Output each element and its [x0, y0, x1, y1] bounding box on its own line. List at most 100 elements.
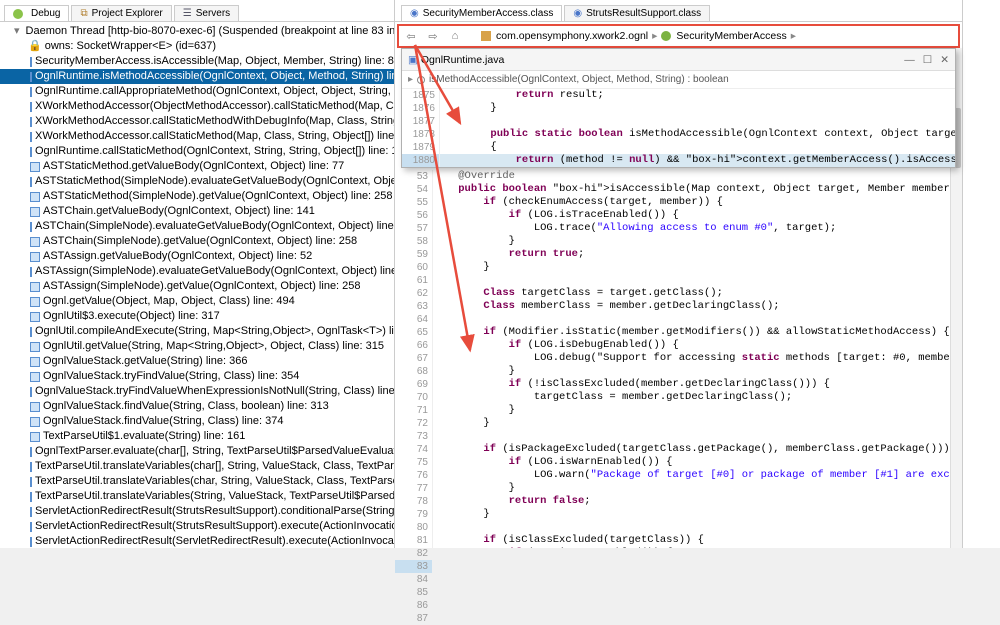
- stack-frame[interactable]: ASTAssign.getValueBody(OgnlContext, Obje…: [0, 249, 394, 264]
- code-line[interactable]: if (!isClassExcluded(member.getDeclaring…: [433, 378, 962, 391]
- stack-frame[interactable]: ASTStaticMethod(SimpleNode).evaluateGetV…: [0, 174, 394, 189]
- code-line[interactable]: LOG.debug("Support for accessing static …: [433, 352, 962, 365]
- stack-frame[interactable]: OgnlUtil.getValue(String, Map<String,Obj…: [0, 339, 394, 354]
- code-line[interactable]: return true;: [433, 248, 962, 261]
- stack-frame[interactable]: OgnlValueStack.getValue(String) line: 36…: [0, 354, 394, 369]
- stack-frame[interactable]: ASTChain(SimpleNode).getValue(OgnlContex…: [0, 234, 394, 249]
- code-line[interactable]: targetClass = member.getDeclaringClass()…: [433, 391, 962, 404]
- code-line[interactable]: public boolean "box-hi">isAccessible(Map…: [433, 183, 962, 196]
- frame-text: TextParseUtil.translateVariables(char[],…: [35, 459, 394, 474]
- stack-frame[interactable]: OgnlUtil.compileAndExecute(String, Map<S…: [0, 324, 394, 339]
- stack-frame[interactable]: ASTAssign(SimpleNode).getValue(OgnlConte…: [0, 279, 394, 294]
- stack-tree[interactable]: ▾ Daemon Thread [http-bio-8070-exec-6] (…: [0, 22, 394, 548]
- stack-frame[interactable]: TextParseUtil.translateVariables(char, S…: [0, 474, 394, 489]
- editor-tab-security[interactable]: ◉ SecurityMemberAccess.class: [401, 5, 562, 21]
- minimize-icon[interactable]: —: [904, 54, 915, 66]
- owns-node[interactable]: 🔒 owns: SocketWrapper<E> (id=637): [0, 39, 394, 54]
- frame-icon: [30, 462, 32, 472]
- stack-frame[interactable]: OgnlValueStack.findValue(String, Class) …: [0, 414, 394, 429]
- code-line[interactable]: @Override: [433, 170, 962, 183]
- stack-frame[interactable]: OgnlRuntime.callStaticMethod(OgnlContext…: [0, 144, 394, 159]
- code-line[interactable]: }: [433, 508, 962, 521]
- code-line[interactable]: Class memberClass = member.getDeclaringC…: [433, 300, 962, 313]
- back-button[interactable]: ⇦: [403, 28, 419, 44]
- main-editor[interactable]: 5354555657585960616263646566676869707172…: [395, 170, 962, 548]
- tab-servers[interactable]: ☰ Servers: [174, 5, 239, 21]
- code-line[interactable]: LOG.warn("Package of target [#0] or pack…: [433, 469, 962, 482]
- code-line[interactable]: LOG.trace("Allowing access to enum #0", …: [433, 222, 962, 235]
- line-number: 73: [395, 430, 432, 443]
- stack-frame[interactable]: TextParseUtil.translateVariables(String,…: [0, 489, 394, 504]
- code-line[interactable]: if (LOG.isWarnEnabled()) {: [433, 456, 962, 469]
- stack-frame[interactable]: XWorkMethodAccessor(ObjectMethodAccessor…: [0, 99, 394, 114]
- stack-frame[interactable]: ASTStaticMethod(SimpleNode).getValue(Ogn…: [0, 189, 394, 204]
- frame-text: TextParseUtil$1.evaluate(String) line: 1…: [43, 429, 245, 444]
- stack-frame[interactable]: OgnlTextParser.evaluate(char[], String, …: [0, 444, 394, 459]
- popup-codelines[interactable]: return result; } public static boolean i…: [440, 89, 955, 167]
- tab-debug[interactable]: Debug: [4, 5, 69, 21]
- line-number: 58: [395, 235, 432, 248]
- line-number: 66: [395, 339, 432, 352]
- stack-frame[interactable]: ServletActionRedirectResult(StrutsResult…: [0, 519, 394, 534]
- popup-code[interactable]: 18751876187718781879188018811882 return …: [402, 89, 955, 167]
- code-line[interactable]: }: [433, 417, 962, 430]
- stack-frame[interactable]: TextParseUtil.translateVariables(char[],…: [0, 459, 394, 474]
- code-line[interactable]: }: [433, 365, 962, 378]
- stack-frame[interactable]: SecurityMemberAccess.isAccessible(Map, O…: [0, 54, 394, 69]
- code-line[interactable]: if (LOG.isDebugEnabled()) {: [433, 339, 962, 352]
- stack-frame[interactable]: ASTChain.getValueBody(OgnlContext, Objec…: [0, 204, 394, 219]
- code-line[interactable]: return (method != null) && "box-hi">cont…: [440, 154, 955, 167]
- frame-text: XWorkMethodAccessor(ObjectMethodAccessor…: [35, 99, 394, 114]
- close-icon[interactable]: ✕: [940, 54, 949, 66]
- popup-titlebar[interactable]: ▣ OgnlRuntime.java — ☐ ✕: [402, 49, 955, 71]
- stack-frame[interactable]: ASTAssign(SimpleNode).evaluateGetValueBo…: [0, 264, 394, 279]
- code-line[interactable]: [433, 521, 962, 534]
- frame-icon: [30, 387, 32, 397]
- stack-frame[interactable]: ServletActionRedirectResult(StrutsResult…: [0, 504, 394, 519]
- stack-frame[interactable]: TextParseUtil$1.evaluate(String) line: 1…: [0, 429, 394, 444]
- stack-frame[interactable]: OgnlRuntime.isMethodAccessible(OgnlConte…: [0, 69, 394, 84]
- stack-frame[interactable]: OgnlValueStack.tryFindValueWhenExpressio…: [0, 384, 394, 399]
- stack-frame[interactable]: ServletActionRedirectResult(ServletRedir…: [0, 534, 394, 548]
- stack-frame[interactable]: OgnlValueStack.tryFindValue(String, Clas…: [0, 369, 394, 384]
- code-line[interactable]: if (isClassExcluded(targetClass)) {: [433, 534, 962, 547]
- stack-frame[interactable]: ASTStaticMethod.getValueBody(OgnlContext…: [0, 159, 394, 174]
- code-line[interactable]: Class targetClass = target.getClass();: [433, 287, 962, 300]
- expand-icon[interactable]: ▾: [14, 24, 20, 39]
- code-line[interactable]: }: [433, 482, 962, 495]
- code-line[interactable]: }: [433, 404, 962, 417]
- line-number: 67: [395, 352, 432, 365]
- stack-frame[interactable]: OgnlUtil$3.execute(Object) line: 317: [0, 309, 394, 324]
- code-line[interactable]: }: [433, 235, 962, 248]
- main-codelines[interactable]: @Override public boolean "box-hi">isAcce…: [433, 170, 962, 548]
- maximize-icon[interactable]: ☐: [923, 54, 932, 66]
- stack-frame[interactable]: OgnlRuntime.callAppropriateMethod(OgnlCo…: [0, 84, 394, 99]
- code-line[interactable]: return false;: [433, 495, 962, 508]
- stack-frame[interactable]: XWorkMethodAccessor.callStaticMethodWith…: [0, 114, 394, 129]
- tab-project-explorer[interactable]: ⧉ Project Explorer: [71, 5, 171, 21]
- breadcrumb[interactable]: com.opensymphony.xwork2.ognl ▸ SecurityM…: [481, 30, 798, 42]
- popup-breadcrumb[interactable]: ▸ isMethodAccessible(OgnlContext, Object…: [402, 71, 955, 89]
- code-line[interactable]: return result;: [440, 89, 955, 102]
- code-line[interactable]: if (isPackageExcluded(targetClass.getPac…: [433, 443, 962, 456]
- code-line[interactable]: {: [440, 141, 955, 154]
- stack-frame[interactable]: OgnlValueStack.findValue(String, Class, …: [0, 399, 394, 414]
- code-line[interactable]: if (checkEnumAccess(target, member)) {: [433, 196, 962, 209]
- forward-button[interactable]: ⇨: [425, 28, 441, 44]
- code-line[interactable]: }: [440, 102, 955, 115]
- code-line[interactable]: [433, 313, 962, 326]
- code-line[interactable]: [433, 430, 962, 443]
- home-button[interactable]: ⌂: [447, 28, 463, 44]
- code-line[interactable]: }: [433, 261, 962, 274]
- code-line[interactable]: public static boolean isMethodAccessible…: [440, 128, 955, 141]
- stack-frame[interactable]: Ognl.getValue(Object, Map, Object, Class…: [0, 294, 394, 309]
- line-number: 64: [395, 313, 432, 326]
- code-line[interactable]: if (Modifier.isStatic(member.getModifier…: [433, 326, 962, 339]
- stack-frame[interactable]: ASTChain(SimpleNode).evaluateGetValueBod…: [0, 219, 394, 234]
- code-line[interactable]: if (LOG.isTraceEnabled()) {: [433, 209, 962, 222]
- code-line[interactable]: [433, 274, 962, 287]
- stack-frame[interactable]: XWorkMethodAccessor.callStaticMethod(Map…: [0, 129, 394, 144]
- editor-tab-struts[interactable]: ◉ StrutsResultSupport.class: [564, 5, 710, 21]
- code-line[interactable]: [440, 115, 955, 128]
- thread-node[interactable]: ▾ Daemon Thread [http-bio-8070-exec-6] (…: [0, 24, 394, 39]
